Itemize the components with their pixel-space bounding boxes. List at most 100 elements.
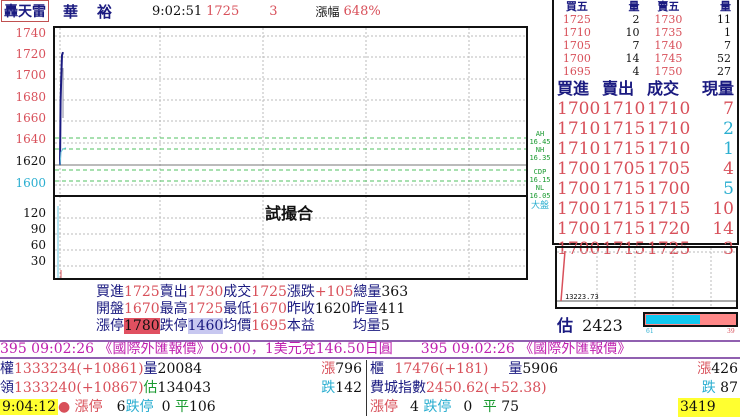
tick-row[interactable]: 1710 1715 1710 2: [554, 119, 737, 139]
price-tick: 1740: [15, 26, 46, 40]
decliners: 87: [720, 380, 738, 396]
tick-ask: 1715: [602, 139, 646, 159]
tick-bid: 1700: [557, 159, 601, 179]
ask-price[interactable]: 1745: [646, 52, 692, 65]
tick-price: 1715: [647, 199, 691, 219]
tick-list[interactable]: 1700 1710 1710 7 1710 1715 1710 2 1710 1715 1710 1 1…: [554, 99, 737, 259]
label: 均價: [223, 318, 252, 334]
label: 均量: [352, 318, 381, 334]
index-mini-chart[interactable]: 13223.73: [555, 246, 738, 309]
tick-ask: 1710: [602, 99, 646, 119]
header-time: 9:02:51: [152, 3, 203, 19]
low: 1670: [251, 301, 287, 317]
label: 漲停: [74, 399, 103, 415]
ask: 1730: [187, 284, 224, 300]
tick-qty: 14: [712, 219, 734, 239]
tick-price: 1710: [647, 99, 691, 119]
intraday-chart[interactable]: 試撮合: [53, 26, 528, 280]
advancers: 796: [335, 361, 362, 377]
prev-close: 1620: [314, 301, 351, 317]
bid-price[interactable]: 1710: [554, 26, 600, 39]
orderbook-header: 買五: [565, 0, 588, 13]
prev-volume: 411: [378, 301, 406, 317]
orderbook-header: 量: [628, 0, 640, 13]
price-tick: 1600: [15, 176, 46, 190]
tick-row[interactable]: 1700 1715 1715 10: [554, 199, 737, 219]
tick-bid: 1700: [557, 99, 601, 119]
label: 跌停: [159, 318, 188, 334]
price-tick: 1680: [15, 90, 46, 104]
quote-info: 買進1725賣出1730成交1725漲跌+105總量363 開盤1670最高17…: [96, 284, 408, 335]
tick-qty: 1: [723, 139, 734, 159]
tick-row[interactable]: 1700 1715 1720 14: [554, 219, 737, 239]
volume-tick: 90: [30, 222, 46, 236]
ask-price[interactable]: 1740: [646, 39, 692, 52]
change: +105: [314, 284, 354, 300]
bid-qty: 14: [625, 52, 640, 65]
tick-row[interactable]: 1700 1710 1710 7: [554, 99, 737, 119]
label: 跌: [701, 380, 716, 396]
label: 跌: [321, 380, 336, 396]
label: 櫃: [370, 361, 384, 377]
tick-qty: 10: [712, 199, 734, 219]
market-otc: 櫃 17476(+181) 量5906 漲426 費城指數2450.62(+52.3…: [370, 360, 740, 417]
bid-price[interactable]: 1695: [554, 65, 600, 78]
change-label: 漲幅: [315, 4, 340, 19]
label: 平: [174, 399, 189, 415]
estimate-label: 估: [557, 316, 574, 335]
advancers: 426: [711, 361, 738, 377]
open: 1670: [124, 301, 160, 317]
volume-tick: 60: [30, 238, 46, 252]
header: 轟天雷 華 裕 9:02:51 1725 3 漲幅 648%: [0, 0, 550, 22]
ask-price[interactable]: 1735: [646, 26, 692, 39]
stock-name[interactable]: 轟天雷: [1, 0, 49, 22]
tick-header: 買進 賣出 成交 現量: [554, 79, 737, 99]
price-tick: 1700: [15, 68, 46, 82]
tick-price: 1710: [647, 139, 691, 159]
stock-title: 華 裕: [63, 2, 115, 21]
label: 賣出: [159, 284, 188, 300]
tick-row[interactable]: 1710 1715 1710 1: [554, 139, 737, 159]
label: 買進: [96, 284, 124, 300]
marker-value: 16.15: [529, 176, 551, 184]
taiex-volume: 20084: [157, 361, 203, 377]
label: 漲: [697, 361, 712, 377]
bid-price[interactable]: 1700: [554, 52, 600, 65]
tick-bid: 1710: [557, 119, 601, 139]
label: 跌停: [423, 399, 452, 415]
otc-volume: 5906: [522, 361, 559, 377]
tick-ask: 1715: [602, 219, 646, 239]
tick-row[interactable]: 1700 1715 1700 5: [554, 179, 737, 199]
tick-price: 1705: [647, 159, 691, 179]
sox-value: 2450.62(+52.38): [426, 380, 547, 396]
bid-price[interactable]: 1725: [554, 13, 600, 26]
avg-price: 1695: [251, 318, 287, 334]
label: 費城指數: [370, 380, 426, 396]
label: 漲停: [96, 318, 124, 334]
decliners: 142: [335, 380, 362, 396]
estimate-value: 2423: [582, 316, 623, 335]
last: 1725: [251, 284, 287, 300]
ask-qty: 52: [717, 52, 731, 65]
label: 昨收: [286, 301, 315, 317]
price-tick: 1640: [15, 132, 46, 146]
header-price: 1725: [206, 3, 240, 19]
tick-ask: 1715: [602, 199, 646, 219]
header-volume: 3: [269, 3, 278, 19]
change-pct: 648%: [343, 3, 381, 19]
ask-price[interactable]: 1750: [646, 65, 692, 78]
marker-name: AH: [535, 130, 545, 138]
tick-row[interactable]: 1700 1705 1705 4: [554, 159, 737, 179]
ask-price[interactable]: 1730: [646, 13, 692, 26]
ratio-right: 39: [727, 328, 735, 335]
ask-qty: 27: [717, 65, 731, 78]
news-ticker[interactable]: 395 09:02:26 《國際外匯報價》09:00，1美元兌146.50日圓 …: [0, 340, 740, 359]
tick-price: 1720: [647, 219, 691, 239]
index-label[interactable]: 大盤: [529, 202, 551, 211]
bid-price[interactable]: 1705: [554, 39, 600, 52]
tick-bid: 1700: [557, 199, 601, 219]
marker-value: 16.45: [529, 138, 551, 146]
col-header: 現量: [701, 79, 734, 98]
label: 估: [143, 380, 158, 396]
limit-up: 1780: [124, 318, 160, 334]
